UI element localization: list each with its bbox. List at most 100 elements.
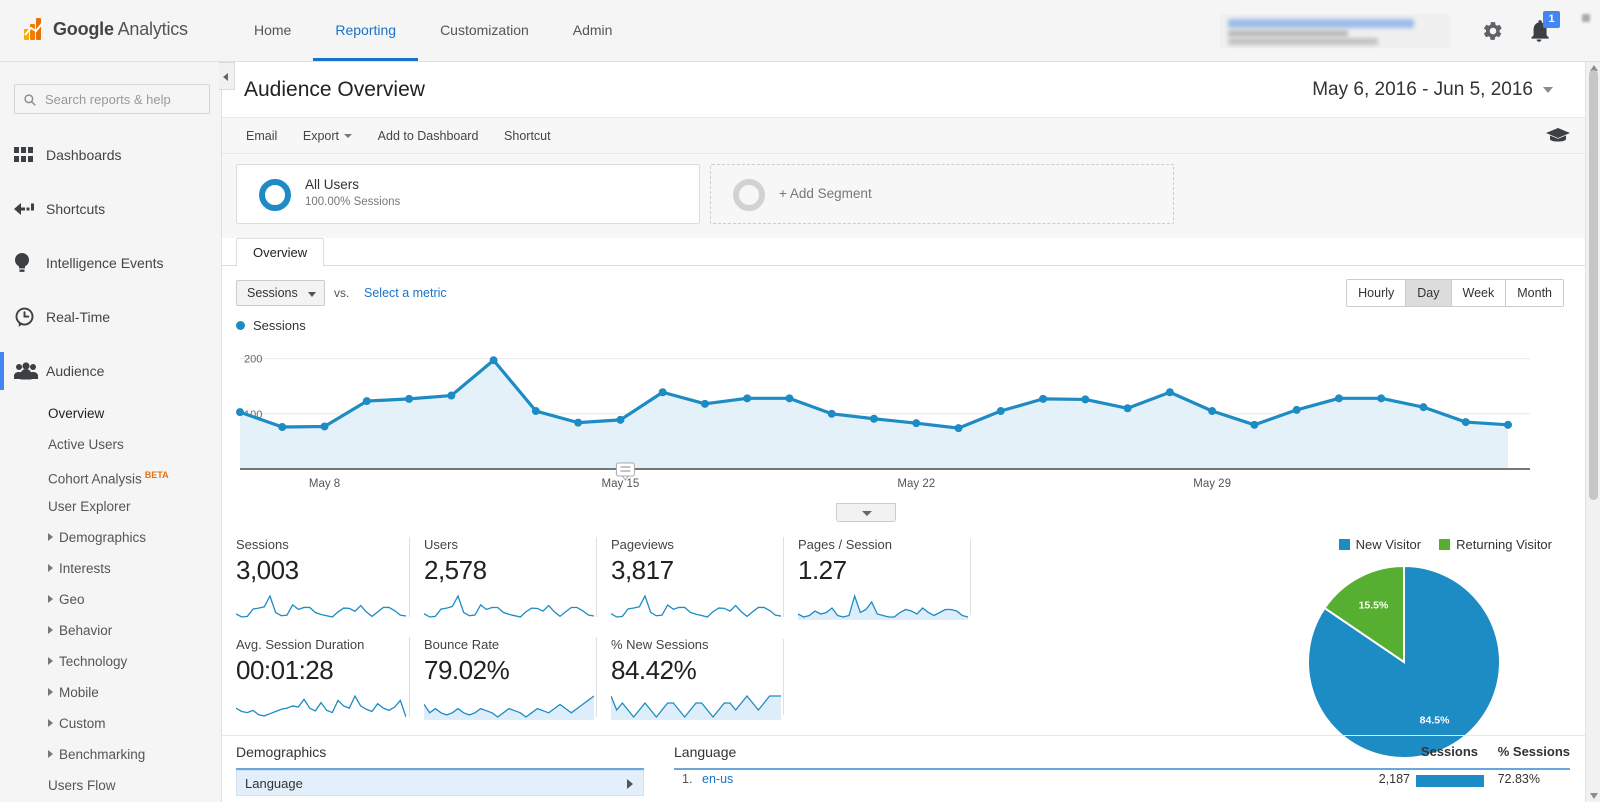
sidebar-item-custom[interactable]: Custom bbox=[48, 708, 222, 739]
sidebar-label-user-explorer: User Explorer bbox=[48, 499, 131, 514]
legend-label-returning-visitor: Returning Visitor bbox=[1456, 537, 1552, 552]
sparkline bbox=[235, 594, 407, 618]
brand-analytics: Analytics bbox=[117, 18, 188, 39]
account-name-redacted bbox=[1228, 19, 1414, 28]
grid-icon bbox=[14, 143, 46, 167]
sessions-line-chart[interactable]: 100 200 May 8 May 15 May 22 May 29 bbox=[222, 328, 1600, 503]
add-to-dashboard-button[interactable]: Add to Dashboard bbox=[367, 118, 490, 154]
sidebar-collapse-button[interactable] bbox=[219, 62, 235, 90]
metric-card-new-sessions[interactable]: % New Sessions 84.42% bbox=[596, 637, 783, 720]
sidebar-item-cohort-analysis[interactable]: Cohort Analysis BETA bbox=[48, 460, 222, 491]
granularity-week[interactable]: Week bbox=[1451, 280, 1507, 306]
search-input[interactable] bbox=[43, 85, 203, 113]
sidebar-item-benchmarking[interactable]: Benchmarking bbox=[48, 739, 222, 770]
scrollbar-thumb[interactable] bbox=[1589, 70, 1598, 500]
sidebar-item-real-time[interactable]: Real-Time bbox=[0, 290, 222, 344]
topnav-home[interactable]: Home bbox=[232, 0, 313, 61]
sidebar-label-shortcuts: Shortcuts bbox=[46, 201, 106, 217]
sidebar-label-geo: Geo bbox=[59, 592, 85, 607]
sidebar-item-shortcuts[interactable]: Shortcuts bbox=[0, 182, 222, 236]
column-header-sessions: Sessions bbox=[1420, 744, 1478, 759]
segment-all-users[interactable]: All Users 100.00% Sessions bbox=[236, 164, 700, 224]
sidebar-label-active-users: Active Users bbox=[48, 437, 124, 452]
legend-swatch-returning-visitor bbox=[1439, 539, 1451, 550]
search-box[interactable] bbox=[14, 84, 210, 114]
sidebar-item-intelligence-events[interactable]: Intelligence Events bbox=[0, 236, 222, 290]
pie-legend: New Visitor Returning Visitor bbox=[1338, 537, 1570, 552]
sidebar-label-audience: Audience bbox=[46, 363, 105, 379]
language-table-row[interactable]: 1. en-us 2,187 72.83% bbox=[674, 772, 1570, 796]
brand-logo: Google Analytics bbox=[24, 18, 188, 40]
row-rank: 1. bbox=[682, 772, 693, 786]
account-view-redacted bbox=[1228, 38, 1378, 45]
vertical-scrollbar[interactable] bbox=[1585, 62, 1600, 802]
metric-card-pages-per-session[interactable]: Pages / Session 1.27 bbox=[783, 537, 970, 620]
report-toolbar: Email Export Add to Dashboard Shortcut bbox=[222, 118, 1600, 154]
chevron-right-icon bbox=[48, 657, 53, 665]
column-header-pct-sessions: % Sessions bbox=[1497, 744, 1570, 759]
topnav-reporting[interactable]: Reporting bbox=[313, 0, 418, 61]
email-button[interactable]: Email bbox=[235, 118, 288, 154]
topnav-customization[interactable]: Customization bbox=[418, 0, 551, 61]
granularity-hourly[interactable]: Hourly bbox=[1347, 280, 1407, 306]
account-selector[interactable] bbox=[1220, 14, 1450, 48]
row-pct: 72.83% bbox=[1497, 772, 1540, 786]
sidebar-label-users-flow: Users Flow bbox=[48, 778, 116, 793]
chevron-right-icon bbox=[48, 564, 53, 572]
sidebar-item-geo[interactable]: Geo bbox=[48, 584, 222, 615]
sidebar-item-user-explorer[interactable]: User Explorer bbox=[48, 491, 222, 522]
granularity-month[interactable]: Month bbox=[1506, 280, 1563, 306]
metric-card-pageviews[interactable]: Pageviews 3,817 bbox=[596, 537, 783, 618]
metric-selector[interactable]: Sessions bbox=[236, 280, 325, 306]
beta-badge: BETA bbox=[144, 470, 169, 480]
select-a-metric-link[interactable]: Select a metric bbox=[364, 286, 447, 300]
scroll-down-arrow-icon[interactable] bbox=[1590, 793, 1598, 799]
metric-card-avg-session-duration[interactable]: Avg. Session Duration 00:01:28 bbox=[222, 637, 409, 718]
sparkline bbox=[610, 594, 782, 618]
add-segment-button[interactable]: + Add Segment bbox=[710, 164, 1174, 224]
sidebar-item-overview[interactable]: Overview bbox=[48, 398, 222, 429]
sidebar-item-users-flow[interactable]: Users Flow bbox=[48, 770, 222, 801]
new-vs-returning-pie-chart[interactable]: 84.5% 15.5% bbox=[1304, 562, 1504, 762]
demographics-title: Demographics bbox=[236, 744, 327, 760]
sidebar-label-real-time: Real-Time bbox=[46, 309, 111, 325]
chart-slider-handle[interactable] bbox=[836, 503, 896, 522]
account-chevron-down-icon[interactable] bbox=[1582, 14, 1590, 22]
sidebar-item-audience[interactable]: Audience bbox=[0, 344, 222, 398]
demographics-language-row[interactable]: Language bbox=[236, 770, 644, 796]
sidebar-label-mobile: Mobile bbox=[59, 685, 99, 700]
tab-overview[interactable]: Overview bbox=[236, 238, 325, 267]
sidebar-item-demographics[interactable]: Demographics bbox=[48, 522, 222, 553]
sidebar-item-dashboards[interactable]: Dashboards bbox=[0, 128, 222, 182]
sidebar-label-demographics: Demographics bbox=[59, 530, 147, 545]
shortcut-button[interactable]: Shortcut bbox=[493, 118, 562, 154]
bottom-section: Demographics Language Language Sessions … bbox=[222, 735, 1600, 796]
sidebar-item-interests[interactable]: Interests bbox=[48, 553, 222, 584]
sidebar-item-active-users[interactable]: Active Users bbox=[48, 429, 222, 460]
sparkline bbox=[610, 694, 781, 720]
chevron-right-icon bbox=[48, 595, 53, 603]
granularity-day[interactable]: Day bbox=[1406, 280, 1452, 306]
arrow-left-dashed-icon bbox=[14, 197, 46, 221]
metric-value: 1.27 bbox=[798, 555, 847, 585]
row-language[interactable]: en-us bbox=[702, 772, 733, 786]
demographics-row-label: Language bbox=[245, 776, 303, 791]
metric-label: Bounce Rate bbox=[424, 637, 500, 652]
sidebar-item-technology[interactable]: Technology bbox=[48, 646, 222, 677]
notification-count-badge[interactable]: 1 bbox=[1543, 11, 1560, 28]
metric-card-bounce-rate[interactable]: Bounce Rate 79.02% bbox=[409, 637, 596, 720]
sidebar-label-overview: Overview bbox=[48, 406, 105, 421]
page-header: Audience Overview May 6, 2016 - Jun 5, 2… bbox=[222, 62, 1600, 118]
sidebar-item-behavior[interactable]: Behavior bbox=[48, 615, 222, 646]
metric-label: % New Sessions bbox=[611, 637, 709, 652]
sparkline bbox=[423, 594, 595, 618]
sidebar-item-mobile[interactable]: Mobile bbox=[48, 677, 222, 708]
date-range-picker[interactable]: May 6, 2016 - Jun 5, 2016 bbox=[1299, 72, 1564, 106]
chart-controls: Sessions vs. Select a metric Hourly Day … bbox=[222, 276, 1600, 333]
analytics-academy-icon[interactable] bbox=[1546, 127, 1570, 146]
metric-card-sessions[interactable]: Sessions 3,003 bbox=[222, 537, 409, 618]
topnav-admin[interactable]: Admin bbox=[551, 0, 635, 61]
metric-card-users[interactable]: Users 2,578 bbox=[409, 537, 596, 618]
export-button[interactable]: Export bbox=[292, 118, 363, 154]
gear-icon[interactable] bbox=[1482, 20, 1504, 42]
